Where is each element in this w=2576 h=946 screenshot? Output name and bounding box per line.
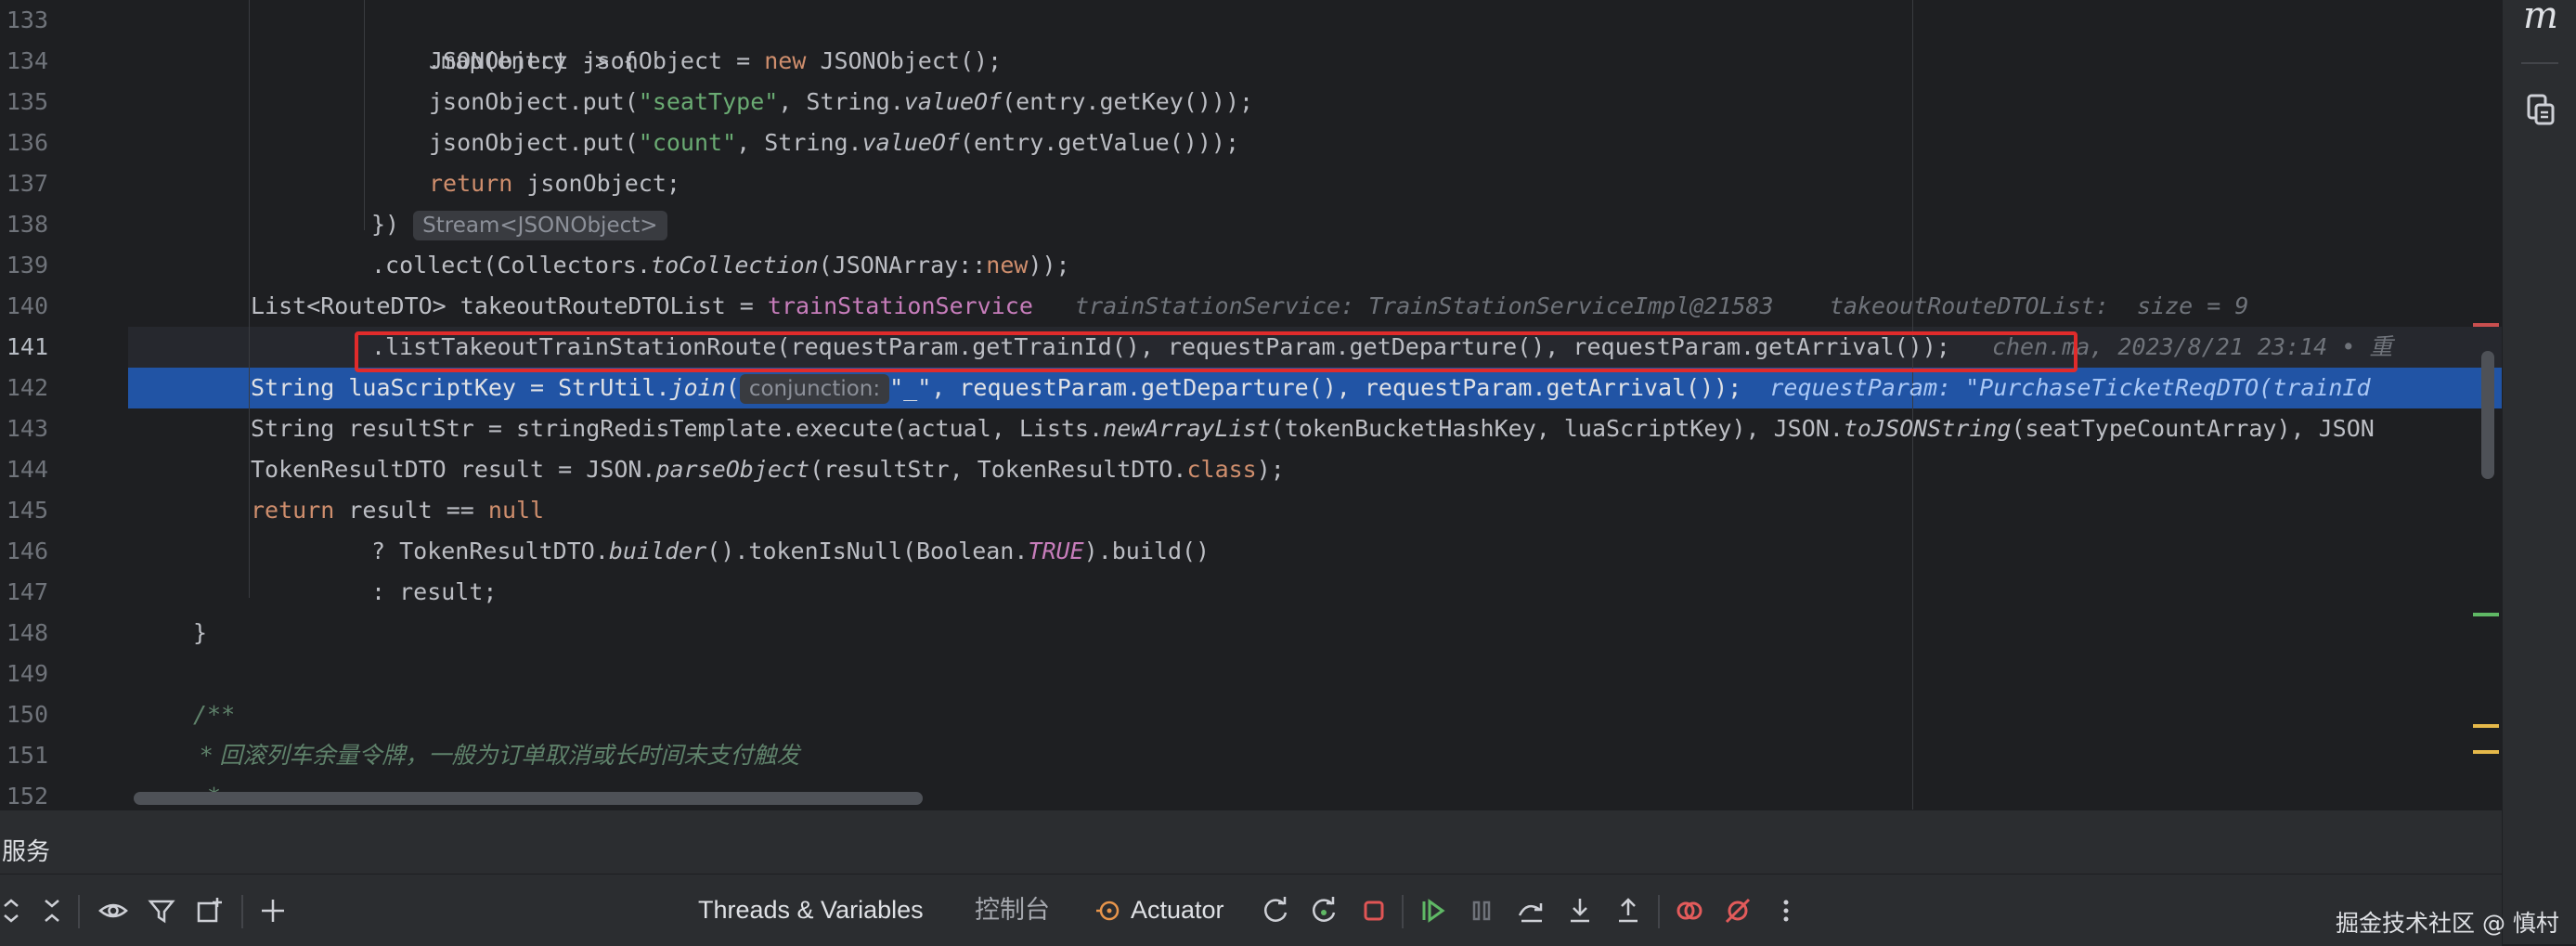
line-number: 147 — [6, 578, 48, 605]
line-number: 136 — [6, 129, 48, 156]
structure-icon[interactable] — [2523, 88, 2558, 129]
services-panel: 服务 Threads & Variables 控制台 Actuator 掘金技术… — [0, 810, 2559, 946]
expand-all-icon[interactable] — [0, 875, 32, 946]
code-line-138[interactable]: }) Stream<JSONObject> — [371, 204, 667, 245]
code-line-143[interactable]: String resultStr = stringRedisTemplate.e… — [251, 408, 2375, 449]
indent-guide — [364, 0, 365, 230]
line-number: 135 — [6, 88, 48, 115]
line-number: 150 — [6, 701, 48, 728]
resume-icon[interactable] — [1413, 875, 1454, 946]
code-line-151[interactable]: * 回滚列车余量令牌，一般为订单取消或长时间未支付触发 — [193, 735, 799, 776]
line-number: 133 — [6, 6, 48, 33]
code-line-133[interactable]: .map(entry -> { — [371, 0, 637, 74]
code-editor[interactable]: 133 134 135 136 137 138 139 140 141 142 … — [0, 0, 2502, 810]
step-out-icon[interactable] — [1608, 875, 1649, 946]
line-number-gutter[interactable]: 133 134 135 136 137 138 139 140 141 142 … — [0, 0, 128, 810]
mute-breakpoints-icon[interactable] — [1717, 875, 1758, 946]
toolbar-divider — [1658, 895, 1660, 928]
line-number: 142 — [6, 374, 48, 401]
line-number: 134 — [6, 47, 48, 74]
right-tool-strip: m — [2502, 0, 2576, 944]
code-line-140[interactable]: List<RouteDTO> takeoutRouteDTOList = tra… — [251, 286, 2248, 327]
warning-stripe-mark[interactable] — [2473, 724, 2499, 728]
line-number: 146 — [6, 538, 48, 564]
code-line-146[interactable]: ? TokenResultDTO.builder().tokenIsNull(B… — [371, 531, 1210, 572]
line-number: 148 — [6, 619, 48, 646]
code-line-136[interactable]: jsonObject.put("count", String.valueOf(e… — [429, 123, 1239, 163]
tab-threads-variables[interactable]: Threads & Variables — [698, 875, 924, 946]
code-line-150[interactable]: /** — [193, 694, 235, 735]
toolbar-divider — [1402, 895, 1404, 928]
line-number: 149 — [6, 660, 48, 687]
new-tab-icon[interactable] — [189, 875, 230, 946]
step-over-icon[interactable] — [1511, 875, 1552, 946]
code-line-134[interactable]: JSONObject jsonObject = new JSONObject()… — [429, 41, 1002, 82]
debug-inline-value: takeoutRouteDTOList: size = 9 — [1829, 292, 2249, 319]
services-panel-title: 服务 — [2, 837, 51, 865]
tab-actuator[interactable]: Actuator — [1131, 875, 1224, 946]
stop-icon[interactable] — [1353, 875, 1394, 946]
plugin-logo[interactable]: m — [2523, 0, 2558, 37]
watermark-text: 掘金技术社区 @ 慎村 — [2336, 910, 2559, 937]
pause-icon[interactable] — [1461, 875, 1502, 946]
rerun-icon[interactable] — [1255, 875, 1296, 946]
code-line-148[interactable]: } — [193, 613, 207, 654]
line-number: 139 — [6, 252, 48, 279]
line-number: 137 — [6, 170, 48, 197]
vertical-scrollbar[interactable] — [2481, 351, 2494, 479]
toolbar-divider — [78, 895, 80, 928]
parameter-hint: conjunction: — [739, 374, 890, 404]
code-line-144[interactable]: TokenResultDTO result = JSON.parseObject… — [251, 449, 1285, 490]
line-number: 140 — [6, 292, 48, 319]
change-stripe-mark[interactable] — [2473, 613, 2499, 616]
horizontal-scrollbar[interactable] — [134, 792, 923, 805]
more-options-icon[interactable] — [1766, 875, 1806, 946]
services-toolbar: Threads & Variables 控制台 Actuator 掘金技术社区 … — [0, 874, 2559, 946]
code-line-137[interactable]: return jsonObject; — [429, 163, 680, 204]
toolbar-divider — [2521, 62, 2558, 64]
line-number: 143 — [6, 415, 48, 442]
collapse-all-icon[interactable] — [32, 875, 72, 946]
code-line-142[interactable]: String luaScriptKey = StrUtil.join(conju… — [251, 368, 2371, 408]
eye-icon[interactable] — [93, 875, 134, 946]
line-number: 145 — [6, 497, 48, 524]
code-line-139[interactable]: .collect(Collectors.toCollection(JSONArr… — [371, 245, 1070, 286]
debug-inline-value: trainStationService: TrainStationService… — [1075, 292, 1774, 319]
tab-console[interactable]: 控制台 — [975, 875, 1050, 946]
line-number: 152 — [6, 783, 48, 810]
actuator-icon — [1088, 875, 1129, 946]
type-hint: Stream<JSONObject> — [413, 211, 667, 240]
code-line-145[interactable]: return result == null — [251, 490, 544, 531]
code-line-147[interactable]: : result; — [371, 572, 497, 613]
indent-guide — [249, 0, 250, 598]
restart-debug-icon[interactable] — [1303, 875, 1344, 946]
line-number: 151 — [6, 742, 48, 769]
view-breakpoints-icon[interactable] — [1669, 875, 1710, 946]
line-number: 144 — [6, 456, 48, 483]
line-number: 138 — [6, 211, 48, 238]
step-into-icon[interactable] — [1560, 875, 1600, 946]
code-line-135[interactable]: jsonObject.put("seatType", String.valueO… — [429, 82, 1253, 123]
filter-icon[interactable] — [141, 875, 182, 946]
error-stripe-mark[interactable] — [2473, 323, 2499, 327]
toolbar-divider — [241, 895, 243, 928]
add-icon[interactable] — [252, 875, 293, 946]
warning-stripe-mark[interactable] — [2473, 750, 2499, 754]
debug-inline-value: requestParam: "PurchaseTicketReqDTO(trai… — [1769, 374, 2371, 401]
highlight-annotation-box — [355, 331, 2078, 372]
line-number-current: 141 — [6, 333, 48, 360]
